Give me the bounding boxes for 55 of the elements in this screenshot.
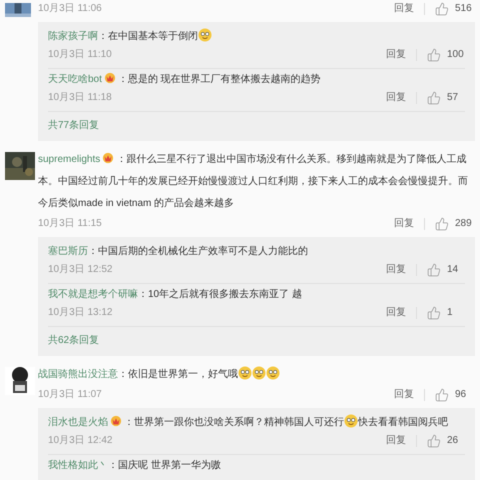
user-name[interactable]: 陈家孩子啊: [48, 31, 98, 42]
like-icon[interactable]: [427, 434, 441, 448]
timestamp: 10月3日 11:10: [48, 48, 112, 62]
comment-text: 我性格如此丶：国庆呢 世界第一华为嗷: [48, 458, 222, 473]
comment-text: 战国骑熊出没注意：依旧是世界第一，好气哦: [38, 364, 475, 386]
like-icon[interactable]: [427, 263, 441, 277]
emoji-icon: [266, 366, 280, 380]
like-icon[interactable]: [435, 2, 449, 16]
emoji-icon: [198, 28, 212, 42]
like-count: 289: [455, 217, 473, 231]
like-icon[interactable]: [435, 217, 449, 231]
like-count: 100: [447, 48, 465, 62]
comment-text: 陈家孩子啊：在中国基本等于倒闭: [48, 28, 465, 46]
reply-button[interactable]: 回复: [394, 215, 414, 233]
more-replies-link[interactable]: 共77条回复: [48, 112, 465, 139]
reply-button[interactable]: 回复: [394, 386, 414, 404]
like-count: 1: [447, 306, 454, 320]
reply-button[interactable]: 回复: [386, 432, 406, 450]
like-count: 57: [447, 91, 460, 105]
like-count: 14: [447, 263, 460, 277]
like-icon[interactable]: [435, 388, 449, 402]
timestamp: 10月3日 11:07: [38, 388, 102, 402]
like-count: 516: [455, 2, 473, 16]
timestamp: 10月3日 11:18: [48, 91, 112, 105]
reply-button[interactable]: 回复: [386, 304, 406, 322]
comment-text: supremelights ：跟什么三星不行了退出中国市场没有什么关系。移到越南就是为了降低人工成本。中国经过前几十年的发展已经开始慢慢渡过人口红利期，接下来人工的成本会会慢慢提升。而今后类似made in vietnam 的产品会越来越多: [38, 151, 469, 211]
timestamp: 10月3日 12:42: [48, 434, 112, 448]
emoji-icon: [344, 414, 358, 428]
like-count: 26: [447, 434, 460, 448]
timestamp: 10月3日 11:06: [38, 2, 102, 16]
more-replies-link[interactable]: 共62条回复: [48, 327, 465, 354]
user-name[interactable]: supremelights: [38, 154, 100, 165]
like-count: 96: [455, 388, 468, 402]
reply-button[interactable]: 回复: [386, 261, 406, 279]
user-name[interactable]: 我性格如此丶: [48, 460, 108, 471]
comment-text: 塞巴斯历：中国后期的全机械化生产效率可不是人力能比的: [48, 244, 309, 259]
timestamp: 10月3日 11:15: [38, 217, 102, 231]
reply-button[interactable]: 回复: [386, 46, 406, 64]
timestamp: 10月3日 13:12: [48, 306, 112, 320]
like-icon[interactable]: [427, 306, 441, 320]
reply-button[interactable]: 回复: [386, 89, 406, 107]
emoji-icon: [252, 366, 266, 380]
user-name[interactable]: 我不就是想考个研嘛: [48, 289, 138, 300]
timestamp: 10月3日 12:52: [48, 263, 112, 277]
like-icon[interactable]: [427, 48, 441, 62]
user-name[interactable]: 泪水也是火焰: [48, 417, 108, 428]
comment-text: 泪水也是火焰 ：世界第一跟你也没啥关系啊？精神韩国人可还行 快去看看韩国阅兵吧: [48, 414, 465, 432]
comment-text: 我不就是想考个研嘛：10年之后就有很多搬去东南亚了 越: [48, 288, 303, 302]
emoji-icon: [238, 366, 252, 380]
reply-button[interactable]: 回复: [394, 0, 414, 18]
user-name[interactable]: 天天吃啥bot: [48, 74, 102, 85]
comment-text: 天天吃啥bot ：恩是的 现在世界工厂有整体搬去越南的趋势: [48, 71, 322, 87]
user-name[interactable]: 塞巴斯历: [48, 246, 88, 257]
like-icon[interactable]: [427, 91, 441, 105]
user-name[interactable]: 战国骑熊出没注意: [38, 369, 118, 380]
